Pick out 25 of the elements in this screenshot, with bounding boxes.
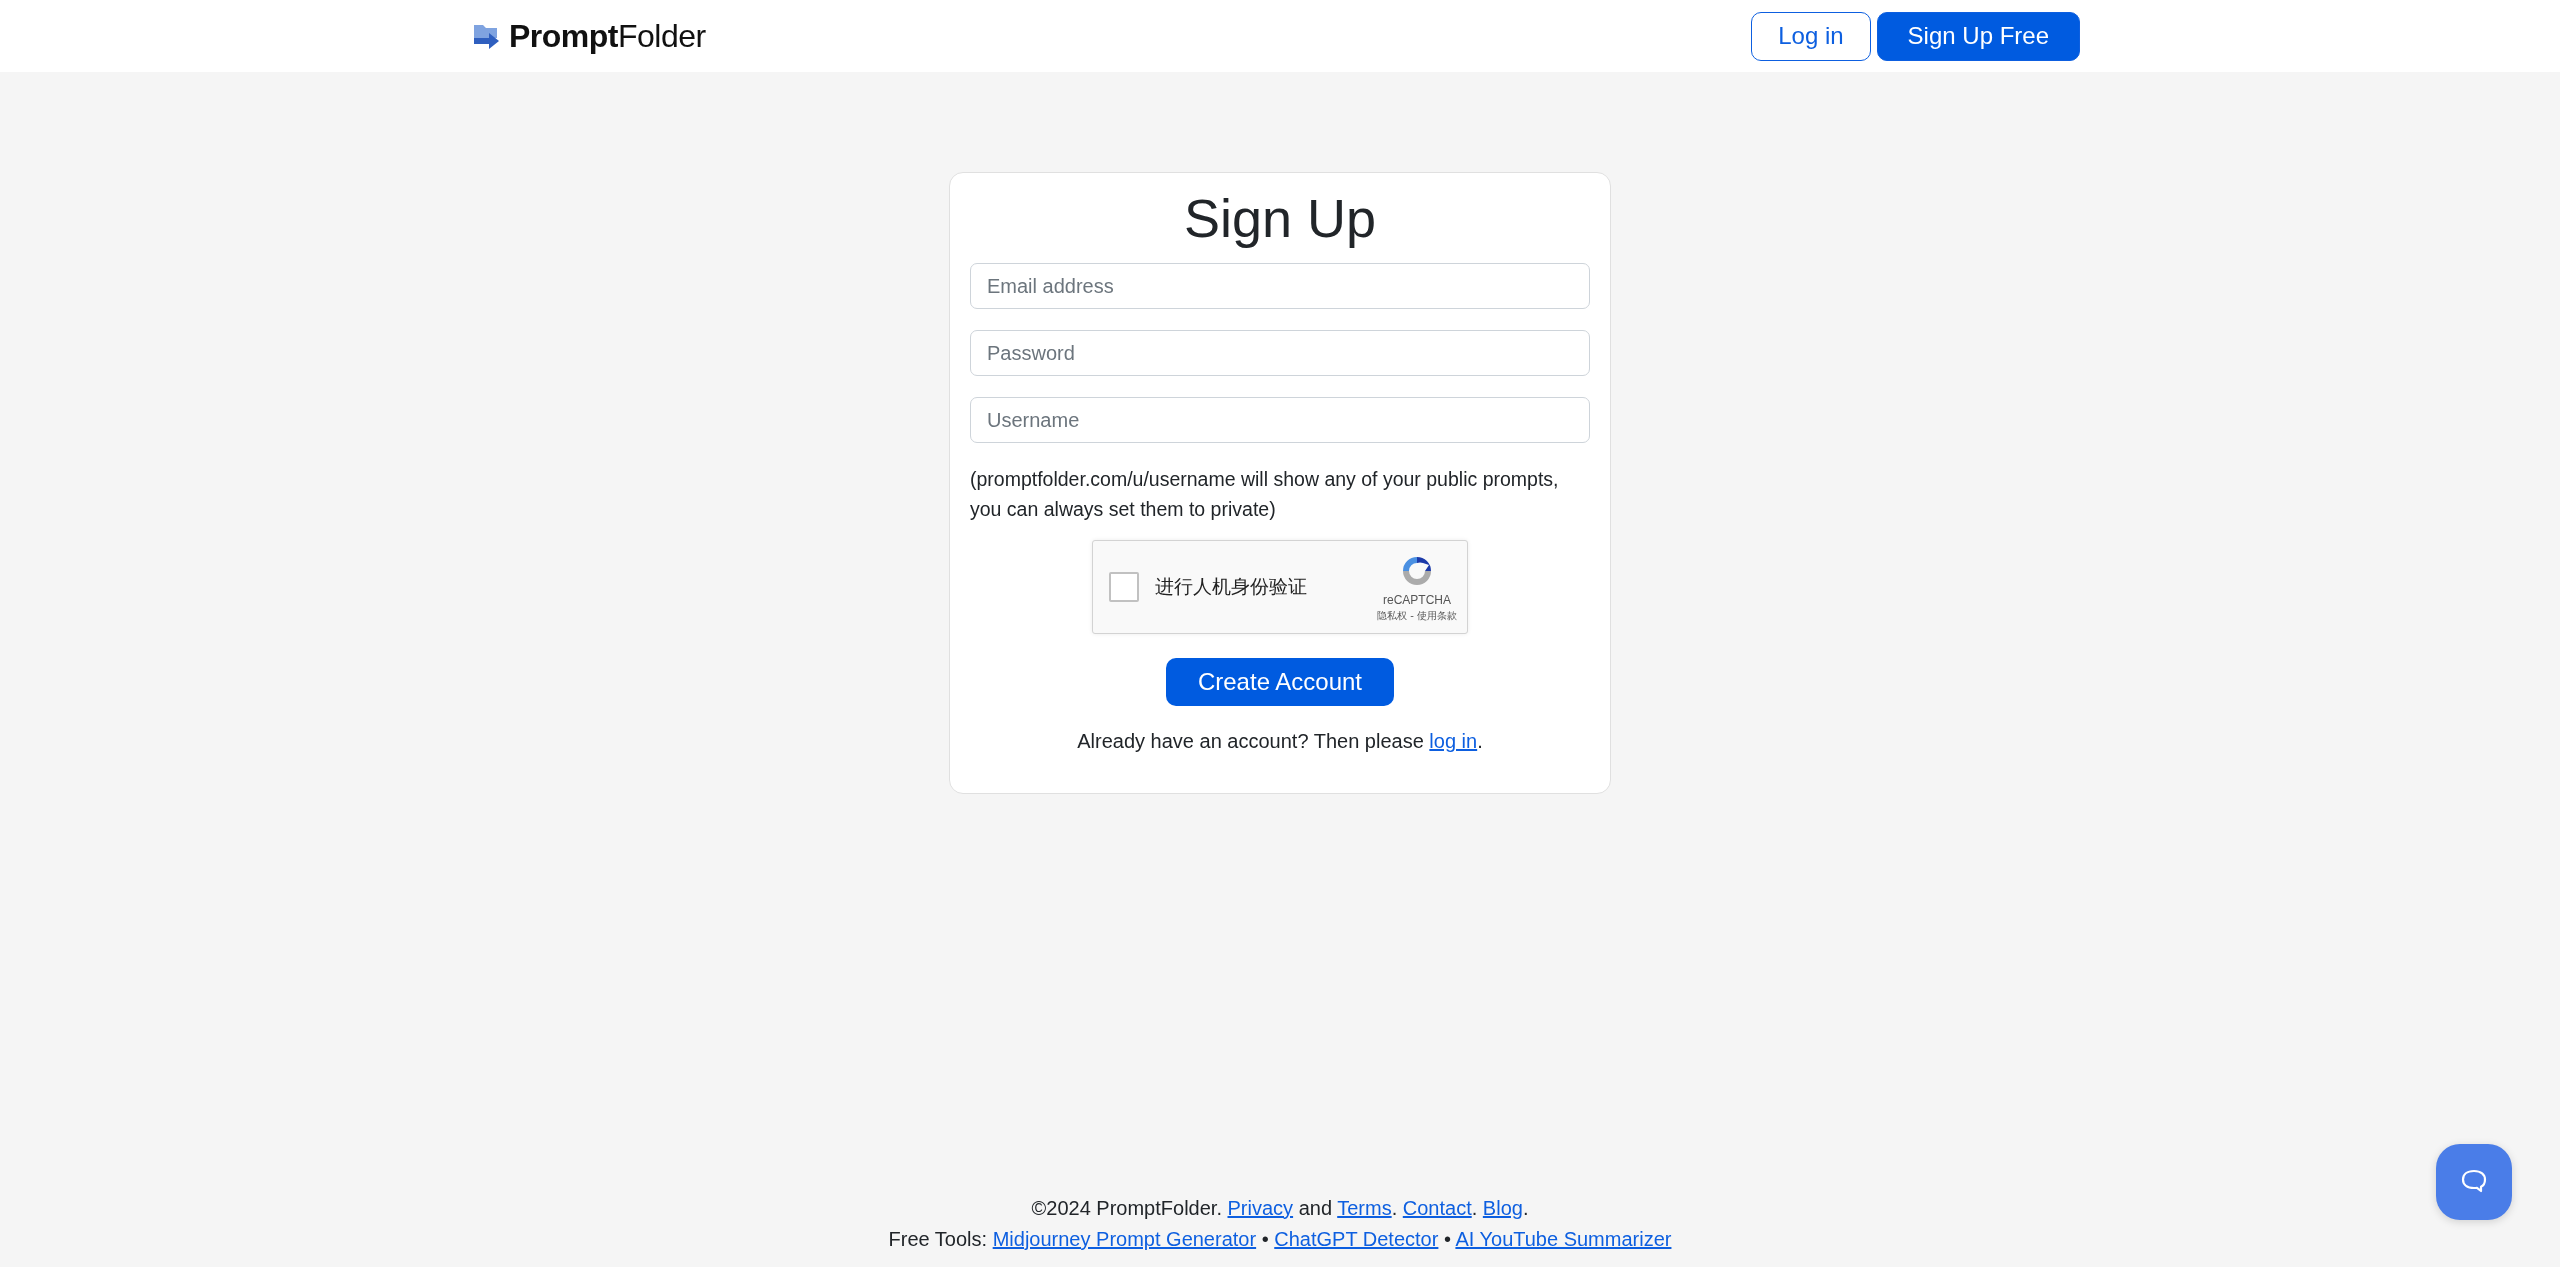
- captcha-brand: reCAPTCHA: [1383, 593, 1451, 607]
- input-field[interactable]: Password: [970, 330, 1590, 376]
- login-prompt: Already have an account? Then please log in.: [1077, 730, 1483, 753]
- input-field[interactable]: Username: [970, 397, 1590, 443]
- footer-text: Free Tools: Midjourney Prompt Generator • ChatGPT Detector • AI YouTube Summarizer: [888, 1227, 1672, 1252]
- link[interactable]: log in: [1429, 730, 1478, 752]
- sign-up-button[interactable]: Sign Up Free: [1876, 11, 2080, 61]
- link[interactable]: Blog: [1482, 1197, 1523, 1219]
- footer-text: ©2024 PromptFolder. Privacy and Terms. Contact. Blog.: [1031, 1196, 1529, 1221]
- link[interactable]: Midjourney Prompt Generator: [992, 1228, 1257, 1250]
- link[interactable]: AI YouTube Summarizer: [1455, 1228, 1672, 1250]
- form-title: Sign Up: [1183, 187, 1377, 249]
- input-field[interactable]: Email address: [970, 263, 1590, 309]
- logo[interactable]: PromptFolder: [509, 17, 706, 55]
- captcha-legal-links[interactable]: 隐私权 - 使用条款: [1377, 609, 1457, 623]
- link[interactable]: Contact: [1402, 1197, 1472, 1219]
- captcha-checkbox[interactable]: [1109, 572, 1139, 602]
- link[interactable]: Terms: [1337, 1197, 1392, 1219]
- log-in-button[interactable]: Log in: [1751, 11, 1871, 61]
- captcha-label: 进行人机身份验证: [1155, 574, 1308, 599]
- create-account-button[interactable]: Create Account: [1165, 658, 1395, 706]
- hint-text: (promptfolder.com/u/username will show any of your public prompts, you can always set them to private): [970, 467, 1560, 522]
- chat-button[interactable]: [2436, 1144, 2512, 1220]
- link[interactable]: Privacy: [1227, 1197, 1294, 1219]
- link[interactable]: ChatGPT Detector: [1274, 1228, 1439, 1250]
